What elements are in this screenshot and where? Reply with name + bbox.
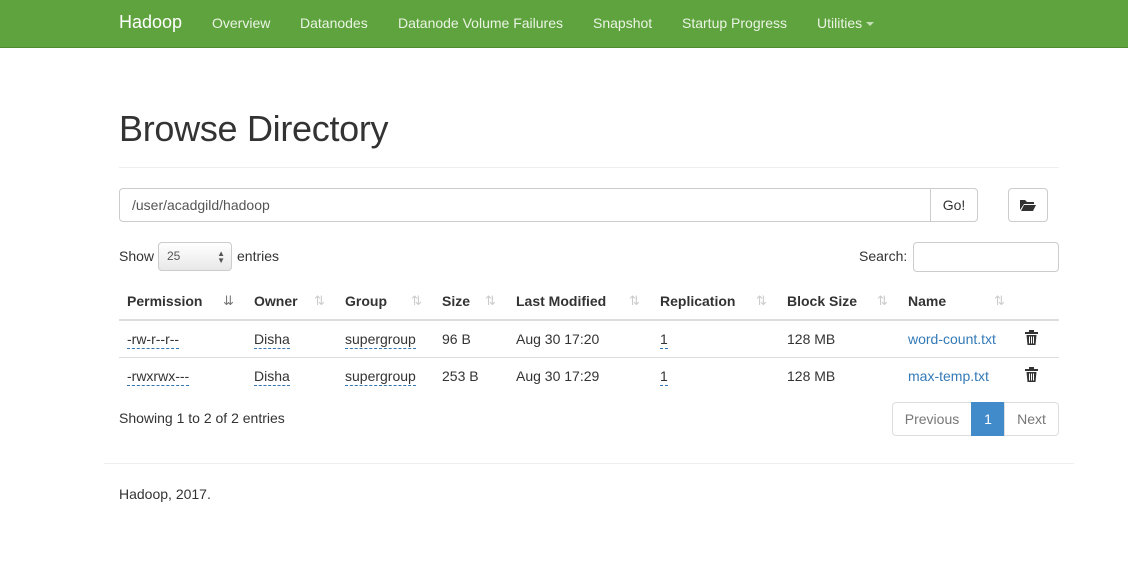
column-header-name[interactable]: Name [908, 293, 946, 309]
create-directory-button[interactable] [1008, 188, 1048, 222]
size-cell: 253 B [442, 368, 479, 384]
select-arrows-icon: ▲ ▼ [217, 249, 225, 265]
footer-divider [104, 463, 1074, 464]
owner-cell[interactable]: Disha [254, 368, 290, 386]
nav-overview[interactable]: Overview [212, 15, 270, 31]
search-input[interactable] [913, 242, 1059, 272]
block-size-cell: 128 MB [787, 368, 836, 384]
footer-text: Hadoop, 2017. [119, 486, 211, 502]
trash-icon[interactable] [1025, 367, 1038, 382]
group-cell[interactable]: supergroup [345, 331, 416, 349]
column-header-permission[interactable]: Permission [127, 293, 202, 309]
nav-startup-progress[interactable]: Startup Progress [682, 15, 787, 31]
column-header-group[interactable]: Group [345, 293, 387, 309]
sort-both-icon[interactable]: ⇅ [485, 293, 496, 309]
page-title: Browse Directory [119, 108, 389, 149]
row-divider [119, 357, 1059, 358]
go-button[interactable]: Go! [930, 188, 978, 222]
sort-both-icon[interactable]: ⇅ [411, 293, 422, 309]
page-number-button[interactable]: 1 [971, 402, 1005, 436]
owner-cell[interactable]: Disha [254, 331, 290, 349]
chevron-down-icon [866, 22, 875, 27]
block-size-cell: 128 MB [787, 331, 836, 347]
sort-ascending-icon[interactable]: ⇊ [223, 293, 234, 309]
permission-cell[interactable]: -rwxrwx--- [127, 368, 190, 386]
group-cell[interactable]: supergroup [345, 368, 416, 386]
file-name-link[interactable]: max-temp.txt [908, 368, 989, 384]
file-name-link[interactable]: word-count.txt [908, 331, 996, 347]
column-header-owner[interactable]: Owner [254, 293, 298, 309]
sort-both-icon[interactable]: ⇅ [629, 293, 640, 309]
entries-select-value: 25 [167, 249, 181, 263]
nav-datanode-volume-failures[interactable]: Datanode Volume Failures [398, 15, 563, 31]
brand-link[interactable]: Hadoop [119, 12, 182, 33]
title-divider [119, 167, 1059, 168]
header-divider [119, 319, 1059, 321]
size-cell: 96 B [442, 331, 471, 347]
column-header-last-modified[interactable]: Last Modified [516, 293, 606, 309]
sort-both-icon[interactable]: ⇅ [756, 293, 767, 309]
modified-cell: Aug 30 17:20 [516, 331, 600, 347]
previous-page-button[interactable]: Previous [892, 402, 972, 436]
column-header-size[interactable]: Size [442, 293, 470, 309]
nav-utilities-label: Utilities [817, 15, 863, 31]
sort-both-icon[interactable]: ⇅ [994, 293, 1005, 309]
column-header-replication[interactable]: Replication [660, 293, 735, 309]
folder-open-icon [1020, 200, 1036, 211]
next-page-button[interactable]: Next [1004, 402, 1059, 436]
sort-both-icon[interactable]: ⇅ [877, 293, 888, 309]
search-label: Search: [859, 248, 908, 264]
replication-cell[interactable]: 1 [660, 368, 668, 386]
nav-utilities-dropdown[interactable]: Utilities [817, 15, 875, 31]
nav-snapshot[interactable]: Snapshot [593, 15, 652, 31]
permission-cell[interactable]: -rw-r--r-- [127, 331, 180, 349]
trash-icon[interactable] [1025, 330, 1038, 345]
directory-path-input[interactable] [119, 188, 931, 222]
entries-per-page-select[interactable]: 25 ▲ ▼ [158, 242, 232, 271]
sort-both-icon[interactable]: ⇅ [314, 293, 325, 309]
modified-cell: Aug 30 17:29 [516, 368, 600, 384]
show-label: Show [119, 248, 155, 264]
nav-datanodes[interactable]: Datanodes [300, 15, 368, 31]
top-navbar: Hadoop Overview Datanodes Datanode Volum… [0, 0, 1128, 48]
replication-cell[interactable]: 1 [660, 331, 668, 349]
entries-label: entries [237, 248, 280, 264]
table-info: Showing 1 to 2 of 2 entries [119, 410, 285, 426]
column-header-block-size[interactable]: Block Size [787, 293, 857, 309]
